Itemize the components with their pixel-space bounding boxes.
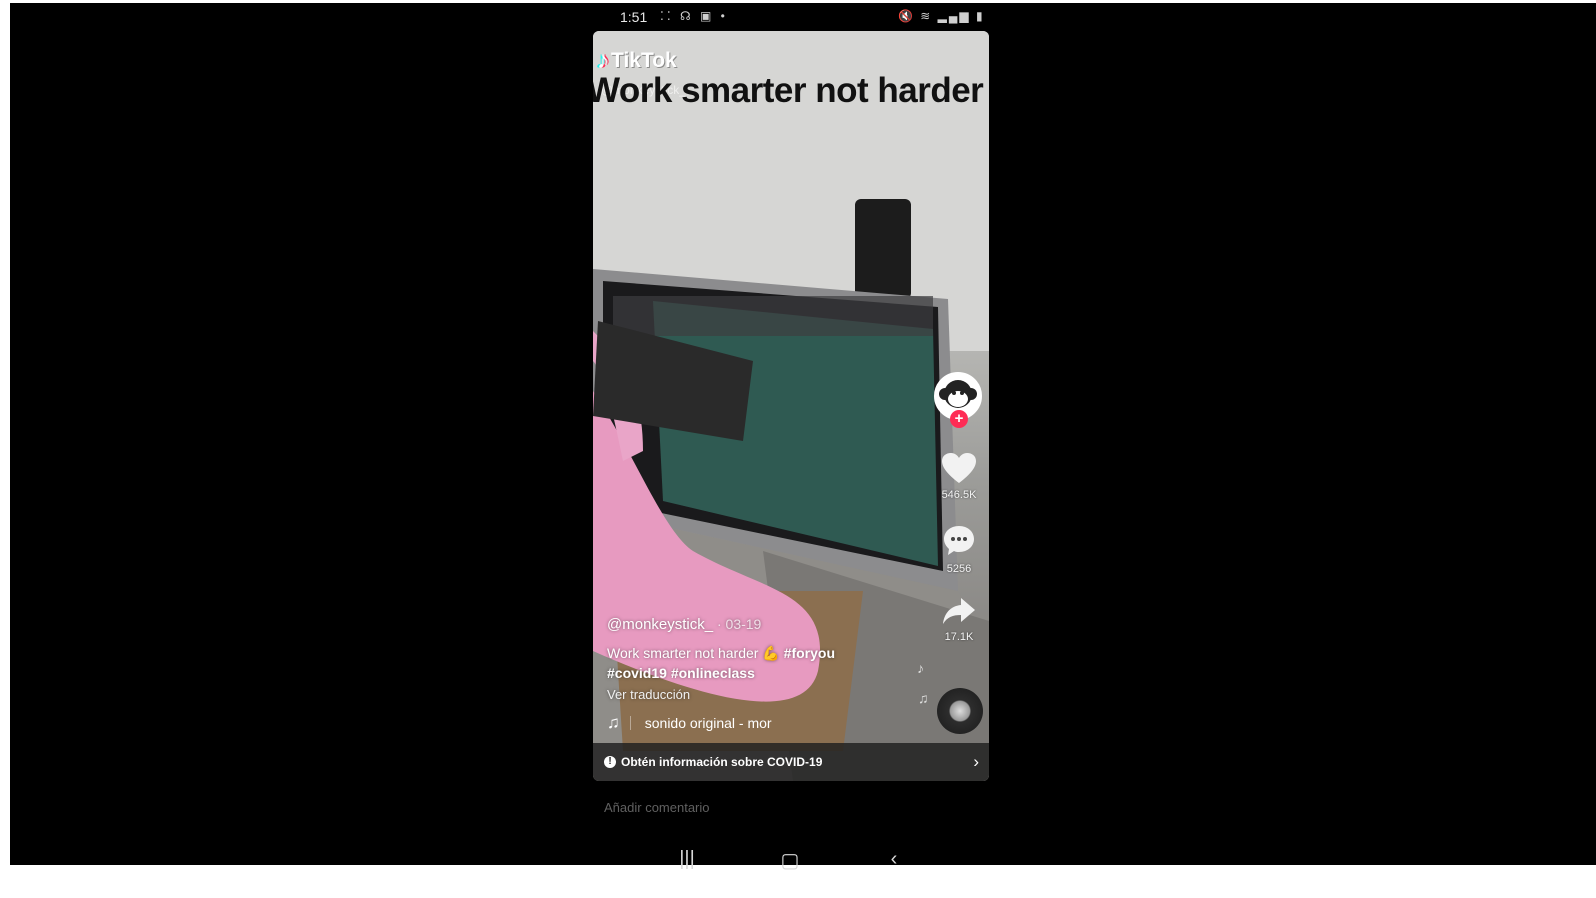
hashtag-covid19[interactable]: #covid19: [607, 665, 667, 681]
comment-button[interactable]: 5256: [934, 524, 984, 575]
video-overlay-text: Work smarter not harder: [593, 71, 984, 110]
sound-divider: [629, 716, 631, 730]
sound-row[interactable]: ♫ sonido original - mor: [607, 713, 772, 733]
share-count: 17.1K: [944, 631, 974, 643]
status-notification-icons: ⁚⁚ ☊ ▣ •: [660, 9, 728, 23]
video-caption: @monkeystick_ · 03-19 Work smarter not h…: [607, 616, 927, 702]
comment-count: 5256: [946, 563, 972, 575]
chevron-right-icon: ›: [973, 752, 979, 771]
sound-disc-icon[interactable]: [937, 688, 983, 734]
like-button[interactable]: 546.5K: [934, 452, 984, 501]
like-count: 546.5K: [941, 489, 977, 501]
home-button[interactable]: ▢: [775, 848, 805, 873]
status-system-icons: 🔇 ≋ ▂▄▆ ▮: [898, 9, 985, 23]
sound-label: sonido original - mor: [644, 715, 772, 731]
hashtag-foryou[interactable]: #foryou: [784, 645, 835, 661]
status-time: 1:51: [620, 9, 648, 25]
author-handle[interactable]: @monkeystick_: [607, 616, 713, 633]
covid-banner-label: Obtén información sobre COVID-19: [621, 755, 823, 769]
follow-plus-button[interactable]: +: [950, 410, 968, 428]
music-note-icon: ♫: [607, 713, 620, 732]
share-arrow-icon: [943, 598, 975, 624]
covid-info-banner[interactable]: ! Obtén información sobre COVID-19 ›: [593, 743, 989, 781]
caption-text: Work smarter not harder 💪 #foryou #covid…: [607, 643, 927, 683]
add-comment-input[interactable]: [602, 799, 986, 816]
tiktok-brand-label: TikTok: [611, 49, 677, 72]
caption-body: Work smarter not harder 💪: [607, 645, 780, 661]
back-button[interactable]: ‹: [879, 848, 909, 871]
info-icon: !: [604, 756, 616, 768]
heart-icon: [942, 453, 976, 483]
hashtag-onlineclass[interactable]: #onlineclass: [671, 665, 755, 681]
comment-bubble-icon: [944, 526, 974, 555]
recents-button[interactable]: |||: [672, 848, 702, 871]
share-button[interactable]: 17.1K: [934, 596, 984, 643]
see-translation-link[interactable]: Ver traducción: [607, 687, 927, 702]
post-date: · 03-19: [713, 616, 762, 632]
